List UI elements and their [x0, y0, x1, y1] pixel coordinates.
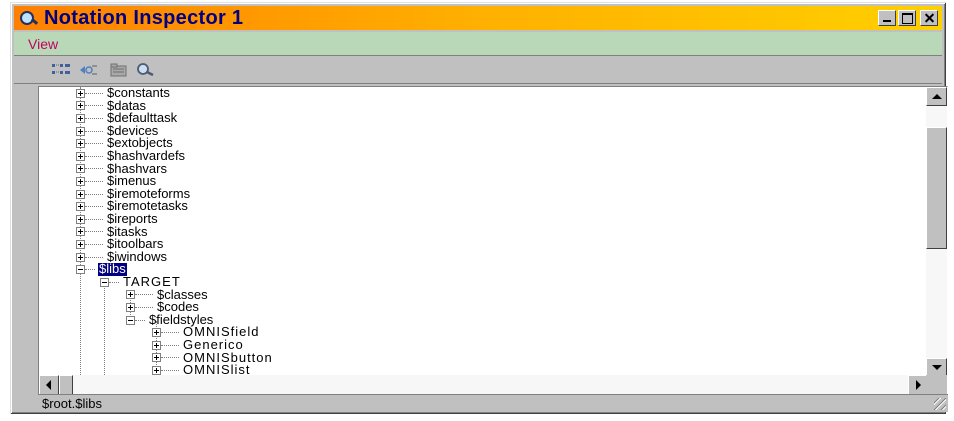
- expand-icon[interactable]: [126, 302, 135, 312]
- expand-icon[interactable]: [152, 365, 161, 375]
- menu-bar: View: [14, 32, 942, 56]
- collapse-icon[interactable]: [100, 277, 109, 287]
- maximize-button[interactable]: [898, 10, 916, 26]
- expand-icon[interactable]: [76, 151, 85, 161]
- expand-icon[interactable]: [76, 164, 85, 174]
- expand-icon[interactable]: [76, 214, 85, 224]
- expand-icon[interactable]: [76, 126, 85, 136]
- magnifier-icon: [20, 9, 39, 27]
- collapse-icon[interactable]: [126, 315, 135, 325]
- expand-icon[interactable]: [152, 353, 161, 363]
- folder-icon[interactable]: [108, 61, 130, 79]
- expand-icon[interactable]: [76, 88, 85, 98]
- expand-icon[interactable]: [126, 290, 135, 300]
- notation-tree[interactable]: $constants $datas $defaulttask $devices …: [39, 87, 919, 377]
- scrollbar-corner: [926, 375, 947, 395]
- tree-expand-icon[interactable]: [50, 61, 72, 79]
- horizontal-scrollbar[interactable]: [39, 375, 928, 395]
- toolbar: [14, 58, 942, 84]
- status-bar: $root.$libs: [38, 394, 948, 412]
- expand-icon[interactable]: [76, 113, 85, 123]
- scroll-left-button[interactable]: [39, 375, 59, 395]
- tree-connector: [104, 278, 105, 377]
- close-button[interactable]: [920, 10, 938, 26]
- expand-icon[interactable]: [76, 239, 85, 249]
- expand-icon[interactable]: [152, 340, 161, 350]
- expand-icon[interactable]: [76, 139, 85, 149]
- scroll-up-button[interactable]: [926, 87, 947, 106]
- expand-icon[interactable]: [152, 328, 161, 338]
- notation-inspector-window: Notation Inspector 1 View $constants $da…: [10, 2, 948, 414]
- expand-icon[interactable]: [76, 176, 85, 186]
- horizontal-scroll-thumb[interactable]: [59, 375, 73, 395]
- expand-icon[interactable]: [76, 189, 85, 199]
- expand-icon[interactable]: [76, 252, 85, 262]
- connect-icon[interactable]: [78, 61, 100, 79]
- minimize-button[interactable]: [878, 10, 896, 26]
- expand-icon[interactable]: [76, 227, 85, 237]
- notation-tree-panel: $constants $datas $defaulttask $devices …: [38, 86, 948, 396]
- expand-icon[interactable]: [76, 202, 85, 212]
- window-title: Notation Inspector 1: [44, 6, 244, 29]
- window-controls: [878, 10, 938, 26]
- collapse-icon[interactable]: [76, 265, 85, 275]
- vertical-scroll-thumb[interactable]: [926, 127, 947, 249]
- search-icon[interactable]: [134, 61, 156, 79]
- menu-view[interactable]: View: [28, 36, 58, 52]
- scroll-right-button[interactable]: [908, 375, 928, 395]
- vertical-scrollbar[interactable]: [926, 87, 947, 377]
- expand-icon[interactable]: [76, 101, 85, 111]
- notation-path: $root.$libs: [42, 396, 102, 411]
- resize-grip-icon[interactable]: [934, 398, 946, 410]
- title-bar[interactable]: Notation Inspector 1: [14, 6, 942, 30]
- tree-item-selected[interactable]: $libs: [76, 263, 127, 276]
